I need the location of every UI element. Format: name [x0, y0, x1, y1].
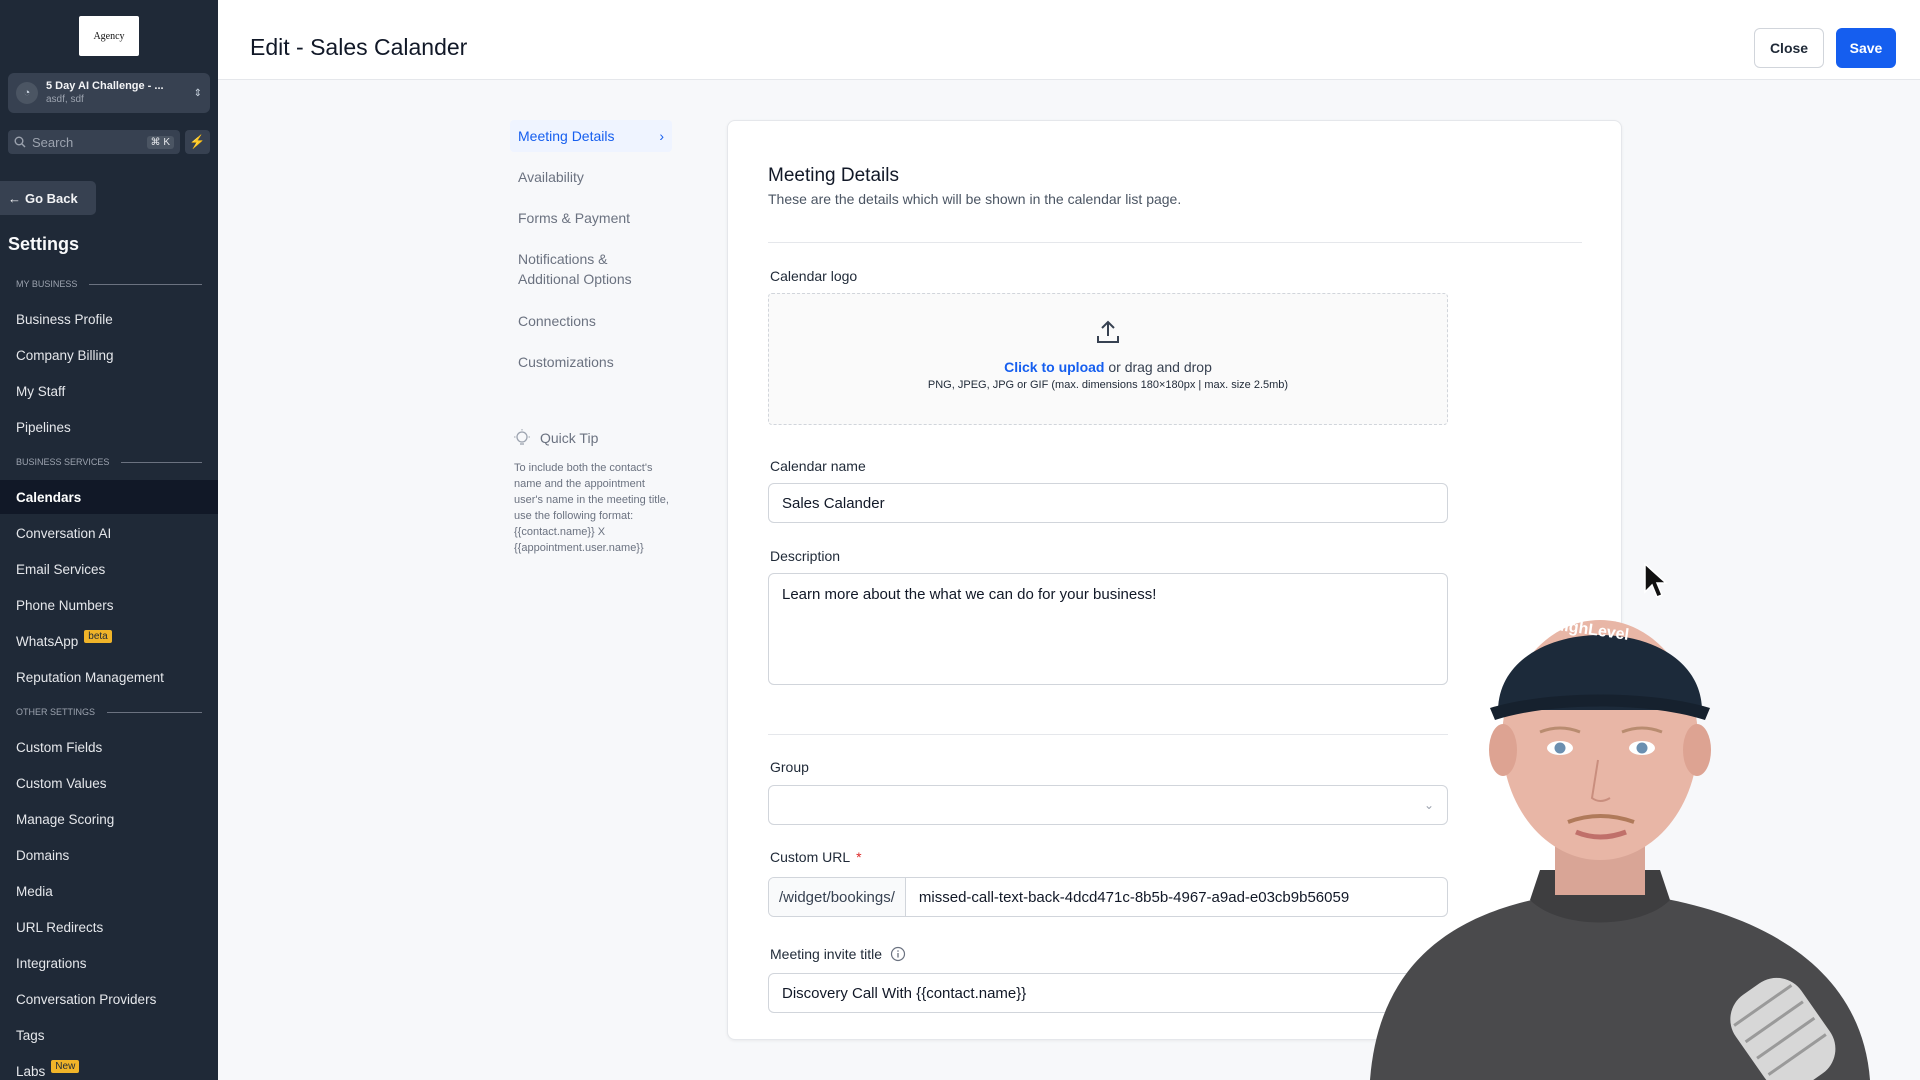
mouse-cursor-icon: [1644, 562, 1668, 598]
tab-forms-payment[interactable]: Forms & Payment: [510, 202, 672, 234]
logo-upload-dropzone[interactable]: Click to upload or drag and drop PNG, JP…: [768, 293, 1448, 425]
search-input[interactable]: Search ⌘ K: [8, 130, 180, 154]
account-switcher[interactable]: ◔ 5 Day AI Challenge - ... asdf, sdf ⇕: [8, 73, 210, 113]
quick-tip-body: To include both the contact's name and t…: [514, 462, 669, 554]
sidebar-item-my-staff[interactable]: My Staff: [0, 374, 218, 408]
page-title: Edit - Sales Calander: [250, 34, 468, 60]
page-header: Edit - Sales Calander Close Save: [218, 0, 1920, 80]
sidebar-item-whatsapp[interactable]: WhatsApp beta: [0, 624, 218, 658]
upload-hint: PNG, JPEG, JPG or GIF (max. dimensions 1…: [927, 379, 1289, 391]
close-button[interactable]: Close: [1754, 28, 1824, 68]
url-prefix: /widget/bookings/: [769, 878, 906, 916]
arrow-left-icon: ←: [8, 190, 21, 206]
card-subtitle: These are the details which will be show…: [768, 191, 1182, 207]
tab-availability[interactable]: Availability: [510, 161, 672, 193]
tab-meeting-details-label: Meeting Details: [518, 128, 615, 144]
sidebar-item-media[interactable]: Media: [0, 874, 218, 908]
whatsapp-label: WhatsApp: [16, 633, 79, 649]
tab-connections[interactable]: Connections: [510, 305, 672, 337]
tab-meeting-details[interactable]: Meeting Details ›: [510, 120, 672, 152]
sidebar-item-reputation-management[interactable]: Reputation Management: [0, 660, 218, 694]
sidebar-item-email-services[interactable]: Email Services: [0, 552, 218, 586]
account-sub: asdf, sdf: [46, 94, 84, 105]
section-my-business: MY BUSINESS: [16, 279, 202, 289]
sidebar-item-labs[interactable]: Labs New: [0, 1054, 218, 1080]
info-icon[interactable]: [890, 946, 906, 962]
sidebar-item-manage-scoring[interactable]: Manage Scoring: [0, 802, 218, 836]
sidebar: Agency ◔ 5 Day AI Challenge - ... asdf, …: [0, 0, 218, 1080]
custom-url-input[interactable]: missed-call-text-back-4dcd471c-8b5b-4967…: [906, 878, 1362, 916]
sidebar-item-custom-fields[interactable]: Custom Fields: [0, 730, 218, 764]
group-label: Group: [770, 759, 809, 775]
go-back-button[interactable]: ← Go Back: [0, 181, 96, 215]
sidebar-item-url-redirects[interactable]: URL Redirects: [0, 910, 218, 944]
custom-url-label: Custom URL *: [770, 849, 862, 865]
meeting-invite-value: Discovery Call With {{contact.name}}: [782, 984, 1027, 1002]
sidebar-item-conversation-ai[interactable]: Conversation AI: [0, 516, 218, 550]
search-shortcut: ⌘ K: [146, 135, 174, 149]
divider: [768, 242, 1582, 243]
sidebar-item-domains[interactable]: Domains: [0, 838, 218, 872]
sidebar-item-company-billing[interactable]: Company Billing: [0, 338, 218, 372]
chevron-updown-icon: ⇕: [193, 87, 202, 99]
calendar-name-label: Calendar name: [770, 458, 866, 474]
labs-label: Labs: [16, 1063, 46, 1079]
description-label: Description: [770, 548, 841, 564]
presenter-image: HighLevel: [1370, 616, 1870, 1080]
sidebar-item-calendars[interactable]: Calendars: [0, 480, 218, 514]
logo-text: Agency: [93, 30, 125, 42]
beta-badge: beta: [84, 629, 112, 643]
card-title: Meeting Details: [768, 165, 899, 186]
tab-customizations[interactable]: Customizations: [510, 346, 672, 378]
lightbulb-icon: [514, 429, 530, 445]
sidebar-item-conversation-providers[interactable]: Conversation Providers: [0, 982, 218, 1016]
tab-notifications[interactable]: Notifications & Additional Options: [510, 243, 650, 295]
meeting-invite-label: Meeting invite title: [770, 946, 906, 962]
search-icon: [14, 136, 26, 148]
section-business-services: BUSINESS SERVICES: [16, 457, 202, 467]
search-placeholder: Search: [32, 134, 74, 150]
account-name: 5 Day AI Challenge - ...: [46, 80, 164, 92]
sidebar-item-custom-values[interactable]: Custom Values: [0, 766, 218, 800]
required-asterisk: *: [856, 849, 862, 865]
settings-title: Settings: [8, 234, 80, 254]
sidebar-item-integrations[interactable]: Integrations: [0, 946, 218, 980]
chevron-right-icon: ›: [659, 128, 664, 144]
upload-rest: or drag and drop: [1104, 359, 1212, 375]
bolt-icon: ⚡: [189, 134, 206, 149]
sidebar-item-phone-numbers[interactable]: Phone Numbers: [0, 588, 218, 622]
agency-logo[interactable]: Agency: [79, 16, 139, 56]
sidebar-item-tags[interactable]: Tags: [0, 1018, 218, 1052]
calendar-name-value: Sales Calander: [782, 494, 885, 512]
upload-icon: [1097, 320, 1119, 343]
account-icon: ◔: [16, 82, 38, 104]
calendar-name-input[interactable]: Sales Calander: [768, 483, 1448, 523]
sidebar-item-pipelines[interactable]: Pipelines: [0, 410, 218, 444]
section-other-settings: OTHER SETTINGS: [16, 707, 202, 717]
presenter-webcam: HighLevel: [1300, 570, 1920, 1080]
quick-action-button[interactable]: ⚡: [185, 130, 210, 154]
click-to-upload-link[interactable]: Click to upload: [1004, 359, 1104, 375]
quick-tip-title: Quick Tip: [540, 430, 599, 446]
save-button[interactable]: Save: [1836, 28, 1896, 68]
sidebar-item-business-profile[interactable]: Business Profile: [0, 302, 218, 336]
go-back-label: Go Back: [25, 190, 78, 206]
quick-tip-heading: Quick Tip: [512, 428, 598, 448]
calendar-logo-label: Calendar logo: [770, 268, 858, 284]
new-badge: New: [51, 1059, 80, 1073]
